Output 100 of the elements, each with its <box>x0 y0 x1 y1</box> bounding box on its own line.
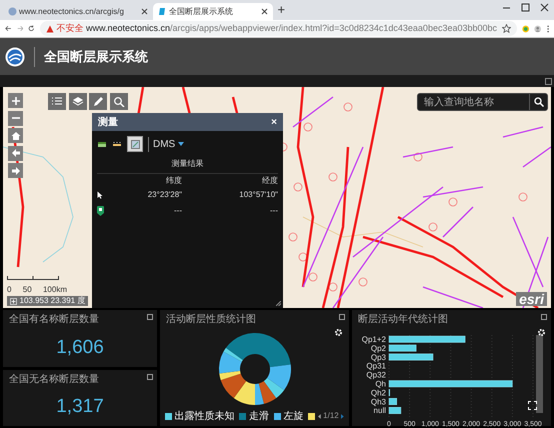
legend-label[interactable]: 走滑 <box>248 408 269 424</box>
axis-label: Qh <box>374 380 386 388</box>
left-arrow-button[interactable] <box>8 146 23 160</box>
bar[interactable] <box>388 344 416 352</box>
panel-title: 测量 <box>98 116 118 130</box>
zoom-in-icon <box>10 96 20 106</box>
right-arrow-icon <box>10 166 20 176</box>
star-icon[interactable] <box>502 24 512 33</box>
close-button[interactable]: × <box>271 114 277 130</box>
distance-tool-icon[interactable] <box>112 140 122 148</box>
pin-icon <box>97 206 104 216</box>
area-tool-icon[interactable] <box>97 140 107 148</box>
map-point-icon <box>130 140 140 148</box>
column-header: 纬度 <box>165 174 182 186</box>
security-label: 不安全 <box>56 22 84 35</box>
pencil-icon <box>92 96 104 107</box>
draw-button[interactable] <box>89 93 107 110</box>
maximize-icon[interactable] <box>544 78 552 84</box>
caret-icon <box>178 142 184 146</box>
legend-swatch[interactable] <box>274 412 281 420</box>
page-icon <box>8 7 16 16</box>
maximize-icon[interactable] <box>147 314 153 320</box>
close-icon[interactable] <box>140 8 148 15</box>
legend-swatch[interactable] <box>165 412 172 420</box>
table-cell-text: --- <box>173 205 182 217</box>
scale-label: 50 <box>22 286 32 294</box>
legend-swatch[interactable] <box>308 412 316 420</box>
browser-tab[interactable]: www.neotectonics.cn/arcgis/g <box>2 3 152 20</box>
left-arrow-icon <box>10 148 20 158</box>
logo-icon <box>5 46 25 66</box>
location-tool-button[interactable] <box>127 136 143 152</box>
scale-label: 100km <box>42 286 67 294</box>
query-button[interactable] <box>110 93 128 110</box>
warning-icon <box>46 24 54 32</box>
unit-dropdown[interactable]: DMS <box>148 136 184 152</box>
esri-logo: esri <box>516 292 547 306</box>
fullscreen-icon[interactable] <box>528 401 537 410</box>
result-heading: 测量结果 <box>97 155 278 174</box>
column-header: 经度 <box>261 174 278 186</box>
app-title: 全国断层展示系统 <box>44 48 148 66</box>
settings-icon[interactable] <box>537 328 546 337</box>
previous-page-icon[interactable] <box>318 412 321 420</box>
axis-label: Qp1+2 <box>361 335 386 344</box>
settings-icon[interactable] <box>334 328 343 337</box>
search-button[interactable] <box>529 94 547 110</box>
table-cell-text: 103°57'10" <box>238 189 278 201</box>
stat-value: 1,317 <box>56 395 104 419</box>
coordinates-text: 103.953 23.391 度 <box>20 296 86 306</box>
axis-label: Qh2 <box>370 388 386 398</box>
cursor-icon <box>97 190 103 199</box>
search-map-icon <box>112 96 124 107</box>
maximize-icon[interactable] <box>541 314 547 320</box>
browser-tab[interactable]: 全国断层展示系统 <box>152 3 272 20</box>
extension-icon[interactable] <box>522 24 530 34</box>
search-field[interactable]: 输入查询地名称 <box>418 94 528 110</box>
close-icon[interactable] <box>260 8 268 15</box>
legend-swatch[interactable] <box>239 412 246 420</box>
address-field[interactable]: 不安全 www.neotectonics.cn/arcgis/apps/webappviewer/index.html?id=3c0d8234c1dc43eaa0bec3ea03bb00bc <box>40 21 518 36</box>
back-icon[interactable] <box>5 24 12 33</box>
next-page-icon[interactable] <box>341 412 344 420</box>
menu-icon[interactable] <box>546 24 550 34</box>
axis-label: Qh3 <box>370 397 386 406</box>
axis-label: Qp32 <box>366 370 386 380</box>
stat-value: 1,606 <box>56 336 104 360</box>
panel-title: 全国无名称断层数量 <box>9 372 99 386</box>
maximize-icon[interactable] <box>339 314 345 320</box>
search-box[interactable]: 输入查询地名称 <box>417 93 548 111</box>
zoom-in-button[interactable] <box>8 93 23 108</box>
close-icon[interactable] <box>540 2 549 12</box>
scrollbar[interactable] <box>536 335 542 413</box>
panel-title: 全国有名称断层数量 <box>9 312 99 327</box>
table-cell-text: --- <box>269 205 278 217</box>
legend-label[interactable]: 左旋 <box>283 408 304 424</box>
maximize-icon[interactable] <box>521 2 530 12</box>
axis-label: Qp31 <box>366 362 386 371</box>
page-icon <box>158 7 166 16</box>
zoom-out-button[interactable] <box>8 110 23 126</box>
bar[interactable] <box>388 398 397 405</box>
legend-label[interactable]: 出露性质未知 <box>174 408 234 424</box>
axis-label: Qp3 <box>370 352 386 362</box>
panel-title: 断层活动年代统计图 <box>358 312 448 327</box>
panel-title: 活动断层性质统计图 <box>166 312 256 327</box>
list-icon <box>51 96 63 107</box>
legend-page: 1/12 <box>323 410 339 422</box>
layer-list-button[interactable] <box>48 93 66 110</box>
search-icon <box>534 97 544 107</box>
resize-handle-icon[interactable] <box>276 301 281 306</box>
new-tab-button[interactable]: + <box>278 0 286 20</box>
reload-icon[interactable] <box>28 24 35 33</box>
right-arrow-button[interactable] <box>8 163 23 178</box>
home-icon <box>10 130 20 140</box>
bar[interactable] <box>388 407 401 414</box>
crosshair-icon[interactable] <box>10 298 17 304</box>
profile-icon[interactable] <box>534 24 542 34</box>
home-button[interactable] <box>8 128 23 143</box>
basemap-button[interactable] <box>68 93 86 110</box>
maximize-icon[interactable] <box>147 374 153 380</box>
scale-label: 0 <box>7 286 12 294</box>
scale-bar <box>7 276 59 280</box>
layers-icon <box>72 96 84 107</box>
